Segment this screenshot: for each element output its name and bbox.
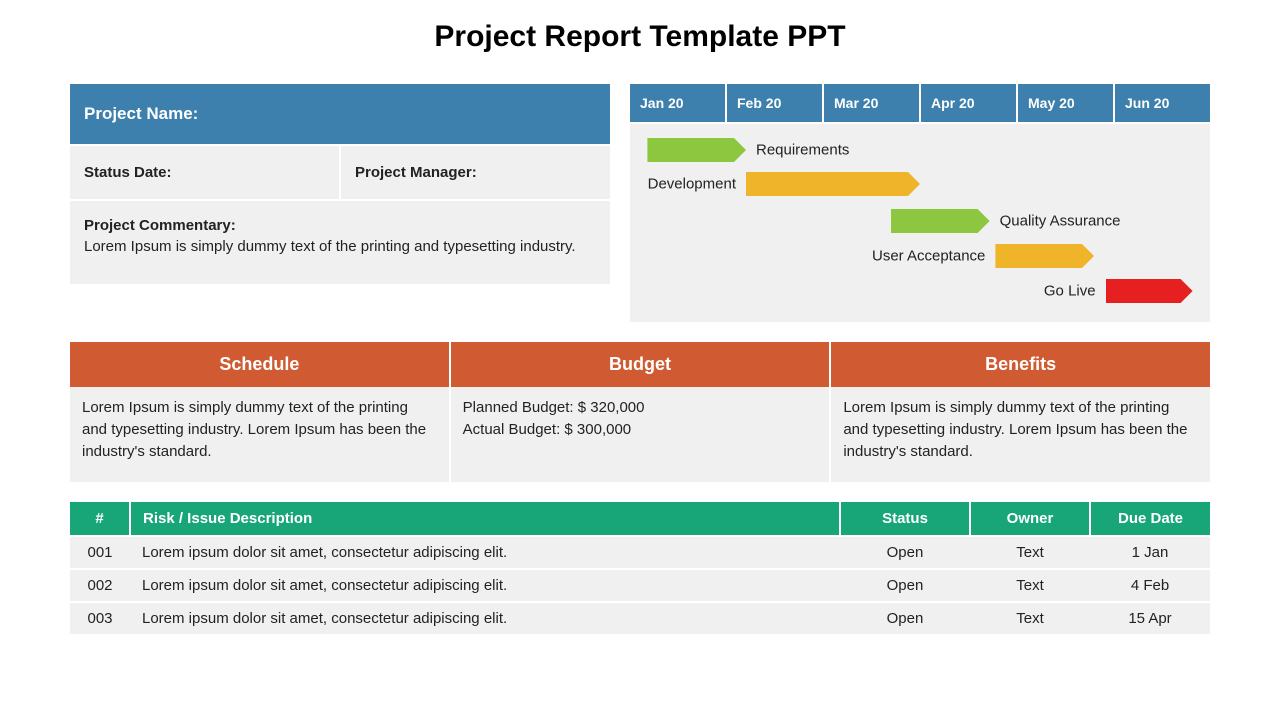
summary-cell: Planned Budget: $ 320,000 Actual Budget:… — [451, 387, 832, 482]
timeline-bar-label: User Acceptance — [872, 248, 985, 265]
timeline-month: Jan 20 — [630, 84, 727, 122]
commentary-label: Project Commentary: — [84, 217, 596, 234]
page-title: Project Report Template PPT — [70, 20, 1210, 54]
table-row: 002Lorem ipsum dolor sit amet, consectet… — [70, 569, 1210, 602]
project-name-label: Project Name: — [70, 84, 610, 144]
table-cell: 4 Feb — [1090, 569, 1210, 602]
table-cell: Open — [840, 536, 970, 569]
table-cell: Lorem ipsum dolor sit amet, consectetur … — [130, 536, 840, 569]
table-cell: Open — [840, 602, 970, 634]
commentary-text: Lorem Ipsum is simply dummy text of the … — [84, 236, 596, 258]
table-cell: Lorem ipsum dolor sit amet, consectetur … — [130, 602, 840, 634]
table-cell: Text — [970, 602, 1090, 634]
timeline-month: Apr 20 — [921, 84, 1018, 122]
risk-header: # — [70, 502, 130, 536]
table-cell: Text — [970, 569, 1090, 602]
risk-header: Risk / Issue Description — [130, 502, 840, 536]
timeline-bar-label: Quality Assurance — [1000, 213, 1121, 230]
summary-header: Benefits — [831, 342, 1210, 387]
table-cell: 002 — [70, 569, 130, 602]
arrow-icon — [1106, 279, 1193, 303]
arrow-icon — [647, 138, 746, 162]
summary-header: Schedule — [70, 342, 451, 387]
summary-header: Budget — [451, 342, 832, 387]
project-info-panel: Project Name: Status Date: Project Manag… — [70, 84, 610, 322]
timeline-bar: Requirements — [647, 138, 746, 162]
arrow-icon — [995, 244, 1094, 268]
arrow-icon — [891, 209, 990, 233]
summary-cell: Lorem Ipsum is simply dummy text of the … — [70, 387, 451, 482]
project-manager-label: Project Manager: — [341, 146, 610, 199]
timeline-bar: Go Live — [1106, 279, 1193, 303]
summary-cell: Lorem Ipsum is simply dummy text of the … — [831, 387, 1210, 482]
table-cell: Open — [840, 569, 970, 602]
table-cell: 003 — [70, 602, 130, 634]
risk-table: #Risk / Issue DescriptionStatusOwnerDue … — [70, 502, 1210, 634]
timeline-panel: Jan 20Feb 20Mar 20Apr 20May 20Jun 20 Req… — [630, 84, 1210, 322]
summary-block: ScheduleBudgetBenefits Lorem Ipsum is si… — [70, 342, 1210, 482]
timeline-bar-label: Go Live — [1044, 283, 1096, 300]
arrow-icon — [746, 172, 920, 196]
risk-header: Due Date — [1090, 502, 1210, 536]
table-cell: 1 Jan — [1090, 536, 1210, 569]
timeline-bar: Development — [746, 172, 920, 196]
status-date-label: Status Date: — [70, 146, 341, 199]
table-row: 001Lorem ipsum dolor sit amet, consectet… — [70, 536, 1210, 569]
timeline-bar-label: Requirements — [756, 142, 849, 159]
timeline-bar: Quality Assurance — [891, 209, 990, 233]
table-cell: 15 Apr — [1090, 602, 1210, 634]
table-cell: Text — [970, 536, 1090, 569]
timeline-month: Mar 20 — [824, 84, 921, 122]
table-cell: 001 — [70, 536, 130, 569]
timeline-bar: User Acceptance — [995, 244, 1094, 268]
timeline-month: May 20 — [1018, 84, 1115, 122]
risk-header: Owner — [970, 502, 1090, 536]
table-row: 003Lorem ipsum dolor sit amet, consectet… — [70, 602, 1210, 634]
timeline-bar-label: Development — [648, 176, 736, 193]
risk-header: Status — [840, 502, 970, 536]
table-cell: Lorem ipsum dolor sit amet, consectetur … — [130, 569, 840, 602]
timeline-month: Jun 20 — [1115, 84, 1210, 122]
timeline-month: Feb 20 — [727, 84, 824, 122]
